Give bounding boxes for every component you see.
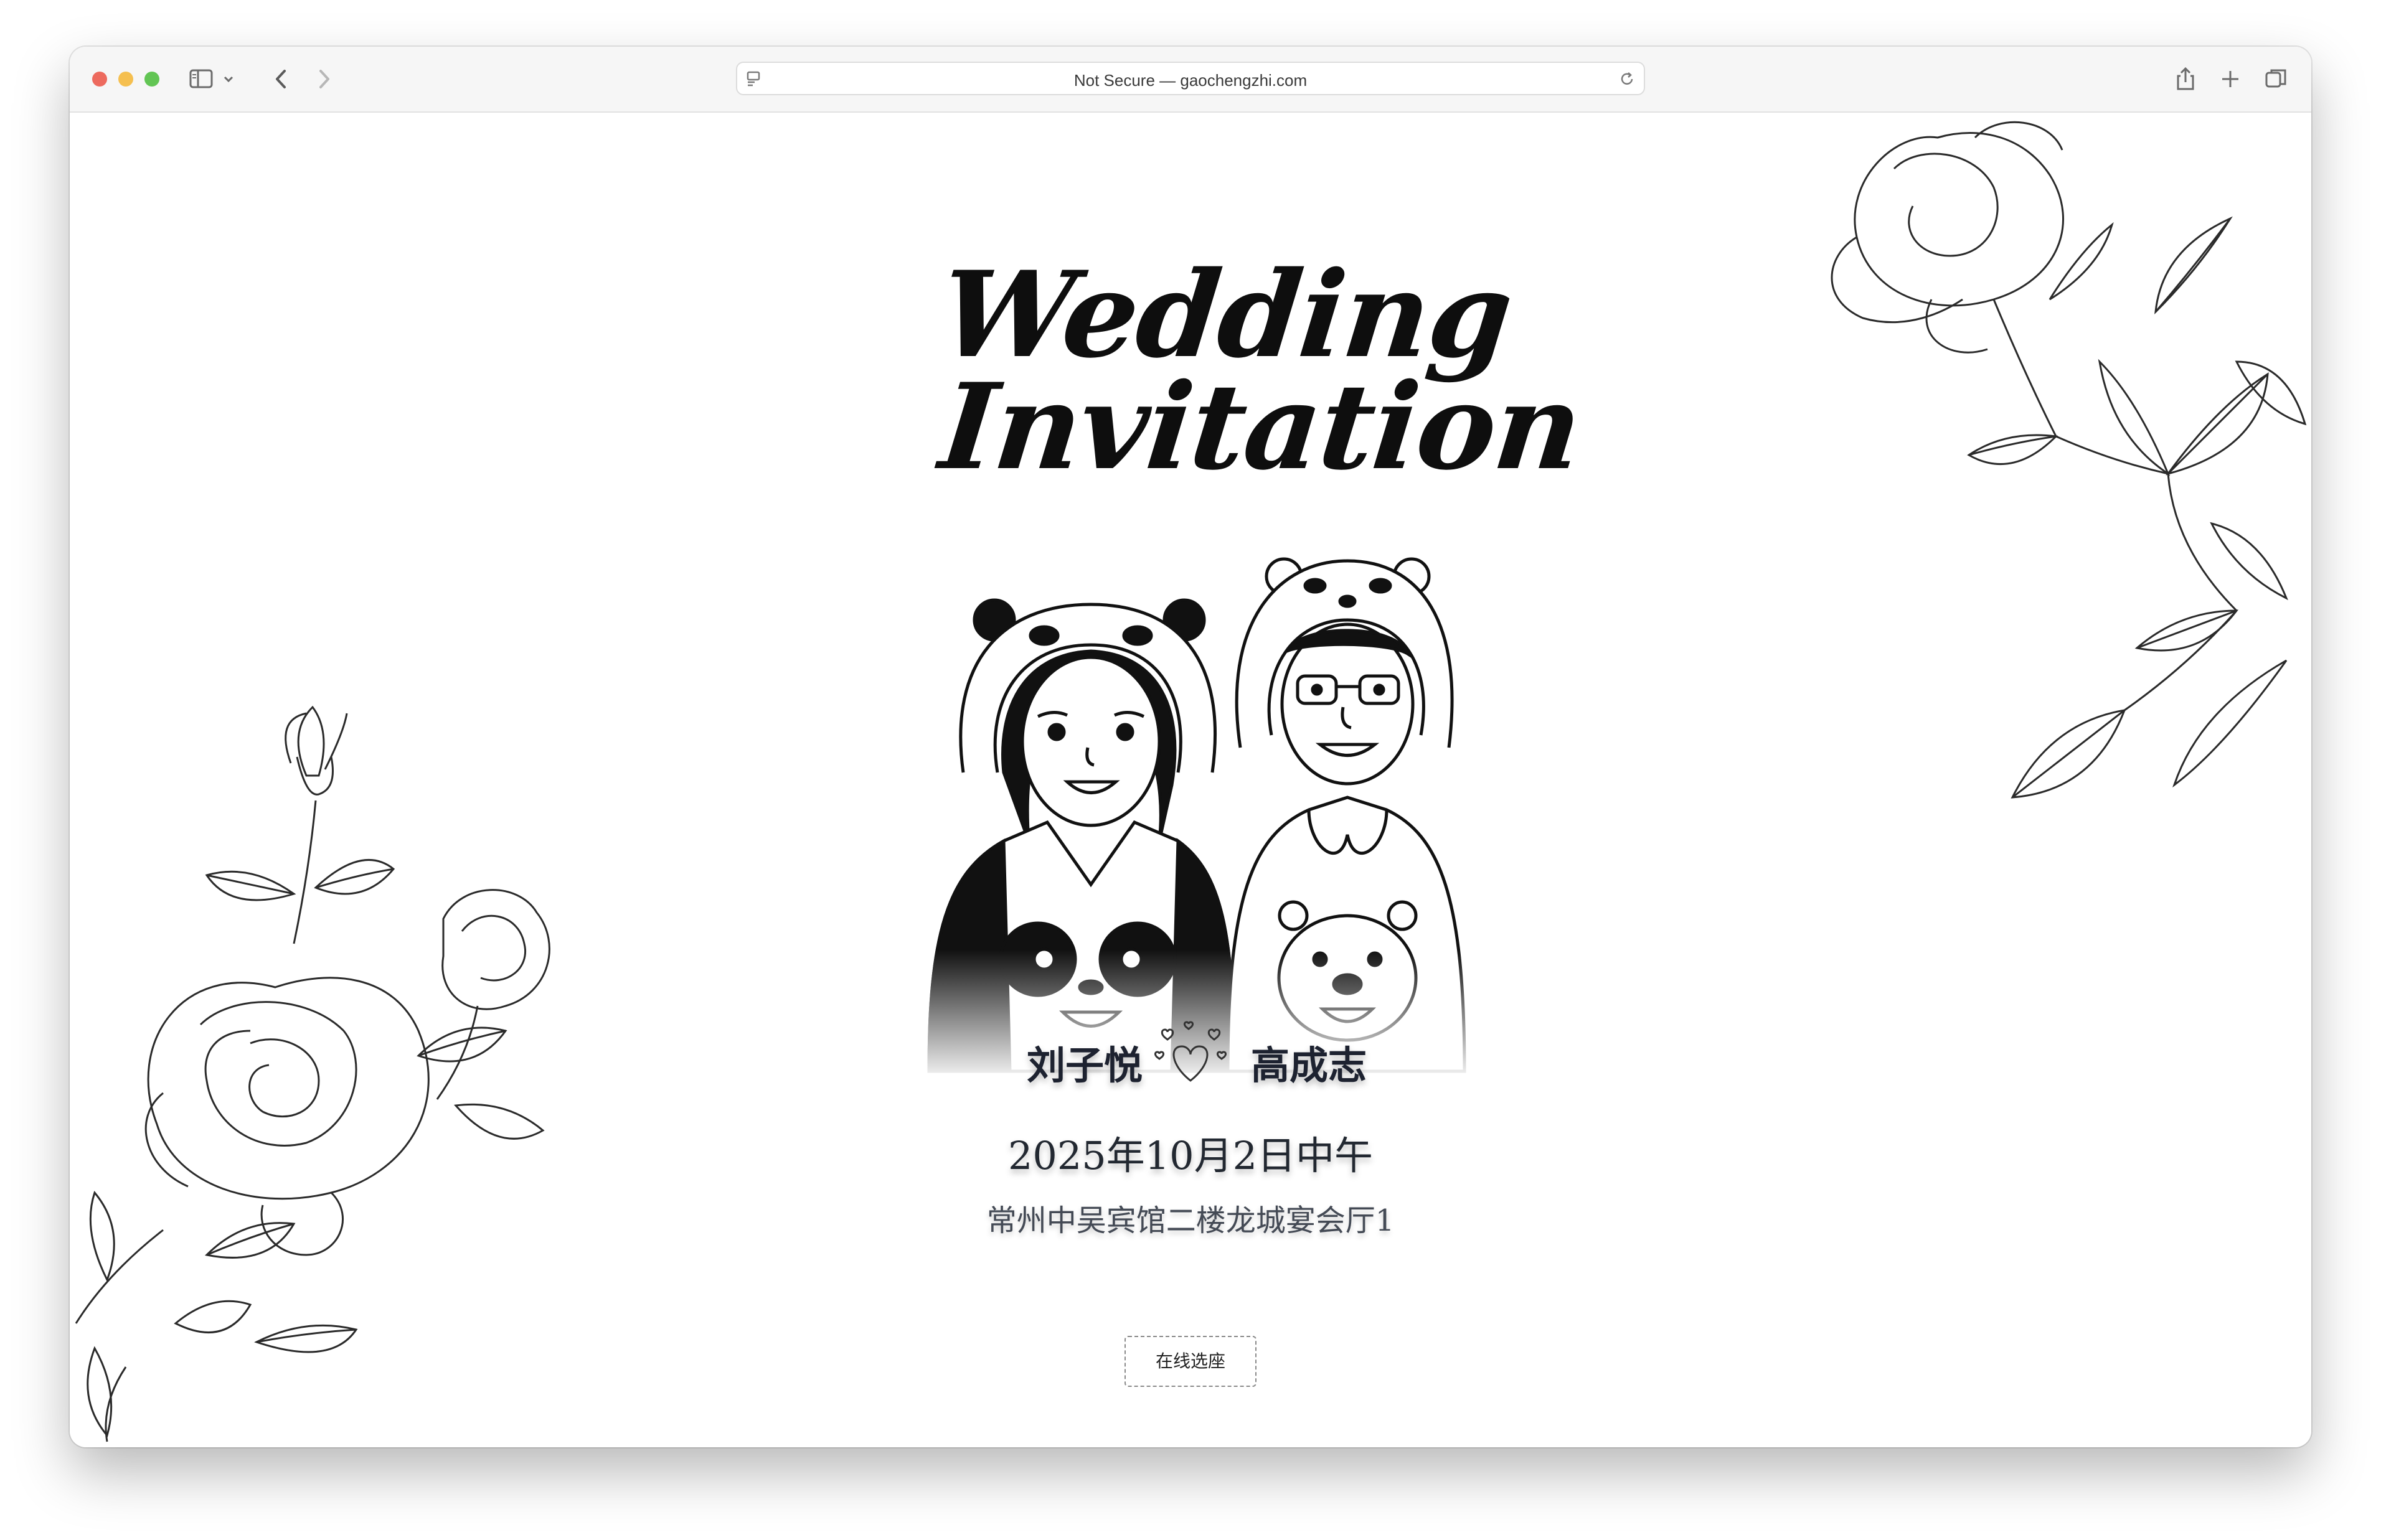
minimize-window-button[interactable] [118, 72, 133, 87]
couple-illustration [904, 548, 1477, 1084]
address-text: Not Secure — gaochengzhi.com [1073, 71, 1308, 90]
back-arrow-icon[interactable] [268, 65, 295, 93]
bride-name: 刘子悦 [1026, 1043, 1143, 1088]
close-window-button[interactable] [92, 72, 107, 87]
tab-overview-icon[interactable] [2263, 65, 2290, 93]
online-seat-selection-button[interactable]: 在线选座 [1124, 1336, 1257, 1387]
address-bar[interactable]: Not Secure — gaochengzhi.com [736, 62, 1645, 95]
left-floral-illustration [75, 705, 550, 1442]
new-tab-icon[interactable] [2217, 65, 2244, 93]
forward-arrow-icon[interactable] [310, 65, 337, 93]
page-content: Wedding Invitation 刘子悦 高成志 2025年10月2日中午 … [70, 113, 2311, 1447]
wedding-date: 2025年10月2日中午 [1007, 1133, 1374, 1178]
right-floral-illustration [1831, 121, 2307, 799]
browser-window: Not Secure — gaochengzhi.com Wedding Inv… [70, 47, 2311, 1447]
hearts-icon [1154, 1021, 1227, 1082]
share-icon[interactable] [2172, 65, 2199, 93]
zoom-window-button[interactable] [144, 72, 159, 87]
reload-icon[interactable] [1618, 70, 1636, 88]
chevron-down-icon[interactable] [219, 65, 238, 93]
sidebar-icon[interactable] [188, 65, 215, 93]
groom-name: 高成志 [1250, 1043, 1367, 1088]
invitation-title-line2: Invitation [934, 357, 1588, 496]
browser-toolbar: Not Secure — gaochengzhi.com [70, 47, 2311, 113]
wedding-venue: 常州中吴宾馆二楼龙城宴会厅1 [986, 1203, 1395, 1238]
